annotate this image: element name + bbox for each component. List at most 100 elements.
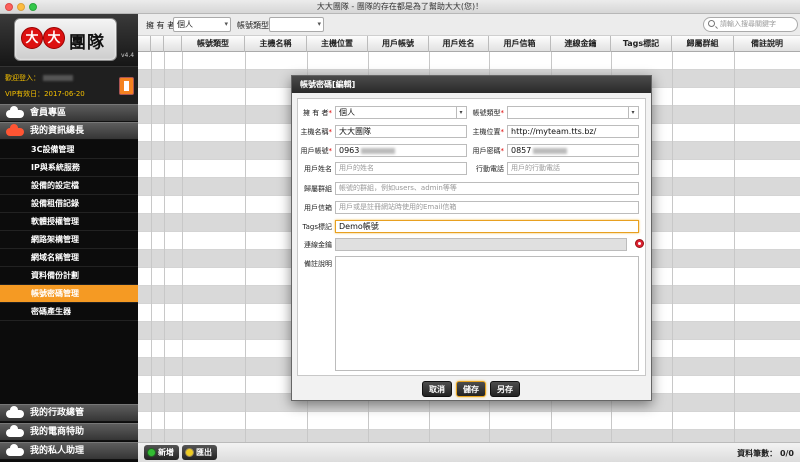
bottom-toolbar: 新增 匯出 資料筆數： 0/0	[138, 442, 800, 462]
email-input[interactable]: 用戶或是註冊網站時使用的Email信箱	[335, 201, 639, 214]
note-textarea[interactable]	[335, 256, 639, 371]
owner-value: 個人	[339, 108, 355, 117]
note-label: 備註說明	[304, 260, 332, 268]
chevron-down-icon: ▾	[317, 20, 321, 28]
type-filter-label: 帳號類型	[237, 21, 269, 30]
sidebar-item-device-config[interactable]: 設備的設定檔	[0, 177, 138, 195]
logo-area: 大 大 團隊 v4.4	[0, 14, 138, 66]
window-title: 大大團隊 - 團隊的存在都是為了幫助大大(您)！	[316, 2, 484, 11]
column-header[interactable]: Tags標記	[611, 36, 672, 52]
add-button-label: 新增	[158, 448, 174, 457]
password-input[interactable]: 0857	[507, 144, 639, 157]
group-input[interactable]: 帳號的群組，例如users、admin等等	[335, 182, 639, 195]
record-count: 資料筆數： 0/0	[737, 449, 794, 458]
column-header[interactable]: 備註說明	[734, 36, 800, 52]
sidebar-item-device-rental[interactable]: 設備租借記錄	[0, 195, 138, 213]
sidebar-item-backup[interactable]: 資料備份計劃	[0, 267, 138, 285]
zoom-window-button[interactable]	[29, 3, 37, 11]
plus-icon	[147, 448, 156, 457]
host-label: 主機名稱*	[300, 128, 333, 136]
owner-filter-label: 擁 有 者	[146, 21, 176, 30]
close-window-button[interactable]	[5, 3, 13, 11]
owner-select[interactable]: 個人 ▾	[335, 106, 467, 119]
password-label: 用戶密碼*	[472, 147, 505, 155]
phone-input[interactable]: 用戶的行動電話	[507, 162, 639, 175]
table-row[interactable]	[138, 412, 800, 430]
add-button[interactable]: 新增	[144, 445, 179, 460]
phone-label: 行動電話	[476, 165, 504, 173]
dialog-form: 擁 有 者* 個人 ▾ 帳號類型* ▾ 主機名稱* 大大團隊 主機位置* htt…	[297, 98, 646, 376]
column-header[interactable]: 用戶信箱	[489, 36, 551, 52]
save-as-button[interactable]: 另存	[490, 381, 520, 397]
logo-mark-1: 大	[21, 27, 43, 49]
column-divider	[182, 52, 183, 442]
tags-label: Tags標記	[302, 223, 333, 231]
name-input[interactable]: 用戶的姓名	[335, 162, 467, 175]
tags-input[interactable]: Demo帳號	[335, 220, 639, 233]
search-icon	[708, 20, 715, 27]
location-label: 主機位置*	[472, 128, 505, 136]
minimize-window-button[interactable]	[17, 3, 25, 11]
sidebar-item-domain[interactable]: 網域名稱管理	[0, 249, 138, 267]
account-value: 0963	[339, 146, 360, 155]
vip-expiry: VIP有效日：2017-06-20	[5, 90, 85, 98]
type-filter-select[interactable]: ▾	[269, 17, 324, 32]
column-header[interactable]: 連線金鑰	[551, 36, 611, 52]
search-placeholder: 請輸入搜尋關鍵字	[720, 20, 776, 28]
key-icon[interactable]	[635, 239, 644, 248]
sidebar-section-personal[interactable]: 我的私人助理	[0, 442, 138, 460]
cloud-icon	[6, 124, 24, 136]
column-header[interactable]: 用戶帳號	[368, 36, 429, 52]
app-logo: 大 大 團隊	[14, 18, 117, 61]
sidebar-item-ip-services[interactable]: IP與系統服務	[0, 159, 138, 177]
table-row[interactable]	[138, 52, 800, 70]
version-label: v4.4	[121, 52, 135, 59]
owner-filter-value: 個人	[177, 20, 193, 29]
sidebar-item-software-license[interactable]: 軟體授權管理	[0, 213, 138, 231]
sidebar-item-password-generator[interactable]: 密碼產生器	[0, 303, 138, 321]
dialog-title: 帳號密碼[編輯]	[292, 76, 651, 93]
user-info: 歡迎登入： VIP有效日：2017-06-20	[0, 66, 138, 104]
cloud-icon	[6, 425, 24, 437]
host-input[interactable]: 大大團隊	[335, 125, 467, 138]
account-input[interactable]: 0963	[335, 144, 467, 157]
sidebar-section-member[interactable]: 會員專區	[0, 104, 138, 122]
sidebar-section-it[interactable]: 我的資訊總長	[0, 122, 138, 140]
checkbox-column-header	[138, 36, 151, 52]
name-label: 用戶姓名	[304, 165, 332, 173]
redacted-text	[361, 147, 396, 154]
edit-account-dialog: 帳號密碼[編輯] 擁 有 者* 個人 ▾ 帳號類型* ▾ 主機名稱* 大大團隊 …	[291, 75, 652, 401]
chevron-down-icon: ▾	[456, 107, 465, 118]
redacted-username	[43, 75, 73, 81]
export-button-label: 匯出	[196, 448, 212, 457]
sidebar-section-label: 我的行政總管	[30, 408, 85, 418]
chevron-down-icon: ▾	[224, 20, 228, 28]
logout-icon[interactable]	[119, 77, 134, 95]
key-input[interactable]	[335, 238, 627, 251]
export-button[interactable]: 匯出	[182, 445, 217, 460]
column-header[interactable]: 主機位置	[307, 36, 368, 52]
column-divider	[164, 52, 165, 442]
cloud-icon	[6, 444, 24, 456]
column-divider	[245, 52, 246, 442]
column-header[interactable]: 歸屬群組	[672, 36, 734, 52]
column-header[interactable]: 用戶姓名	[429, 36, 489, 52]
sidebar-item-3c-devices[interactable]: 3C設備管理	[0, 141, 138, 159]
type-select[interactable]: ▾	[507, 106, 639, 119]
table-row[interactable]	[138, 430, 800, 442]
cancel-button[interactable]: 取消	[422, 381, 452, 397]
sidebar-item-accounts[interactable]: 帳號密碼管理	[0, 285, 138, 303]
column-divider	[151, 52, 152, 442]
sidebar-section-admin[interactable]: 我的行政總管	[0, 404, 138, 422]
column-divider	[734, 52, 735, 442]
sidebar-section-ecommerce[interactable]: 我的電商特助	[0, 423, 138, 441]
owner-filter-select[interactable]: 個人 ▾	[173, 17, 231, 32]
logo-mark-2: 大	[43, 27, 65, 49]
sidebar-section-label: 我的電商特助	[30, 427, 85, 437]
sidebar-item-network[interactable]: 網路架構管理	[0, 231, 138, 249]
save-button[interactable]: 儲存	[456, 381, 486, 397]
location-input[interactable]: http://myteam.tts.bz/	[507, 125, 639, 138]
column-header[interactable]: 主機名稱	[245, 36, 307, 52]
search-input[interactable]: 請輸入搜尋關鍵字	[703, 17, 798, 32]
column-header[interactable]: 帳號類型	[182, 36, 245, 52]
